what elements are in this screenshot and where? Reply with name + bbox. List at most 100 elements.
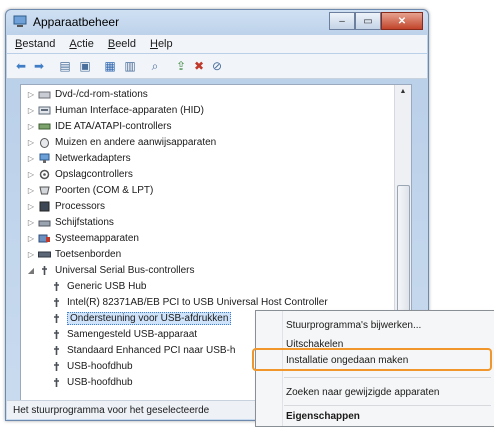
menu-item-uninstall[interactable]: Installatie ongedaan maken bbox=[286, 355, 408, 366]
expand-icon[interactable]: ▷ bbox=[27, 218, 35, 227]
tree-item-label: Dvd-/cd-rom-stations bbox=[55, 88, 148, 100]
menu-bar: Bestand Actie Beeld Help bbox=[7, 35, 427, 53]
expand-icon[interactable]: ▷ bbox=[27, 234, 35, 243]
tree-item[interactable]: Generic USB Hub bbox=[47, 278, 146, 294]
tree-item[interactable]: ▷ Opslagcontrollers bbox=[27, 166, 133, 182]
tree-item-label: Schijfstations bbox=[55, 216, 114, 228]
network-adapter-icon bbox=[38, 153, 51, 164]
toolbar: ⬅ ➡ ▤ ▣ ▦ ▥ ⌕ ⇪ ✖ ⊘ bbox=[7, 54, 427, 79]
port-icon bbox=[38, 185, 51, 196]
expand-icon[interactable]: ▷ bbox=[27, 122, 35, 131]
tree-item[interactable]: ▷ Schijfstations bbox=[27, 214, 114, 230]
forward-arrow-icon[interactable]: ➡ bbox=[31, 58, 47, 74]
tree-item-label: Toetsenborden bbox=[55, 248, 122, 260]
tree-item[interactable]: ▷ Netwerkadapters bbox=[27, 150, 131, 166]
context-menu: Stuurprogramma's bijwerken... Uitschakel… bbox=[252, 310, 494, 427]
tree-item[interactable]: ▷ Human Interface-apparaten (HID) bbox=[27, 102, 204, 118]
expand-icon[interactable]: ▷ bbox=[27, 202, 35, 211]
tree-item[interactable]: ▷ Toetsenborden bbox=[27, 246, 121, 262]
tree-item-label: Systeemapparaten bbox=[55, 232, 139, 244]
tree-item[interactable]: ◢ Universal Serial Bus-controllers bbox=[27, 262, 195, 278]
dvd-drive-icon bbox=[38, 89, 51, 100]
menu-item-scan-hardware[interactable]: Zoeken naar gewijzigde apparaten bbox=[286, 387, 439, 398]
tree-item[interactable]: USB-hoofdhub bbox=[47, 374, 133, 390]
usb-icon bbox=[38, 265, 51, 276]
close-icon[interactable]: ✕ bbox=[381, 12, 423, 30]
help-icon[interactable]: ▦ bbox=[102, 58, 118, 74]
menu-beeld[interactable]: Beeld bbox=[108, 38, 136, 50]
usb-icon bbox=[50, 345, 63, 356]
disk-drive-icon bbox=[38, 217, 51, 228]
tree-item-label: USB-hoofdhub bbox=[67, 376, 133, 388]
menu-separator bbox=[284, 405, 491, 406]
storage-controller-icon bbox=[38, 169, 51, 180]
usb-icon bbox=[50, 281, 63, 292]
minimize-icon[interactable]: – bbox=[329, 12, 355, 30]
system-device-icon bbox=[38, 233, 51, 244]
tree-item-label: Standaard Enhanced PCI naar USB-h bbox=[67, 344, 236, 356]
usb-icon bbox=[50, 377, 63, 388]
expand-icon[interactable]: ▷ bbox=[27, 106, 35, 115]
tree-item[interactable]: ▷ Muizen en andere aanwijsapparaten bbox=[27, 134, 216, 150]
keyboard-icon bbox=[38, 249, 51, 260]
tree-item[interactable]: Samengesteld USB-apparaat bbox=[47, 326, 197, 342]
title-bar[interactable]: Apparaatbeheer – ▭ ✕ bbox=[6, 10, 428, 34]
expand-icon[interactable]: ▷ bbox=[27, 186, 35, 195]
tree-item-label: Human Interface-apparaten (HID) bbox=[55, 104, 204, 116]
usb-icon bbox=[50, 313, 63, 324]
tree-item-selected[interactable]: Ondersteuning voor USB-afdrukken bbox=[47, 310, 232, 326]
details-icon[interactable]: ▣ bbox=[77, 58, 93, 74]
tree-item-label: Muizen en andere aanwijsapparaten bbox=[55, 136, 217, 148]
usb-icon bbox=[50, 361, 63, 372]
tree-item[interactable]: ▷ IDE ATA/ATAPI-controllers bbox=[27, 118, 172, 134]
menu-actie[interactable]: Actie bbox=[69, 38, 93, 50]
view-icon[interactable]: ▥ bbox=[122, 58, 138, 74]
tree-item-label: Ondersteuning voor USB-afdrukken bbox=[67, 311, 232, 325]
ide-controller-icon bbox=[38, 121, 51, 132]
tree-item[interactable]: ▷ Processors bbox=[27, 198, 105, 214]
status-text: Het stuurprogramma voor het geselecteerd… bbox=[13, 404, 210, 416]
tree-item-label: Samengesteld USB-apparaat bbox=[67, 328, 198, 340]
update-driver-icon[interactable]: ⇪ bbox=[173, 58, 189, 74]
tree-item[interactable]: ▷ Systeemapparaten bbox=[27, 230, 139, 246]
tree-item[interactable]: Standaard Enhanced PCI naar USB-h bbox=[47, 342, 235, 358]
tree-item-label: Netwerkadapters bbox=[55, 152, 131, 164]
menu-separator bbox=[284, 377, 491, 378]
hid-icon bbox=[38, 105, 51, 116]
uninstall-icon[interactable]: ✖ bbox=[191, 58, 207, 74]
disable-icon[interactable]: ⊘ bbox=[209, 58, 225, 74]
tree-item[interactable]: ▷ Poorten (COM & LPT) bbox=[27, 182, 153, 198]
usb-icon bbox=[50, 329, 63, 340]
mouse-icon bbox=[38, 137, 51, 148]
tree-item-label: Universal Serial Bus-controllers bbox=[55, 264, 195, 276]
properties-icon[interactable]: ▤ bbox=[57, 58, 73, 74]
scan-hardware-icon[interactable]: ⌕ bbox=[147, 58, 163, 74]
menu-item-properties[interactable]: Eigenschappen bbox=[286, 411, 360, 422]
device-manager-icon bbox=[13, 15, 27, 27]
tree-item-label: Intel(R) 82371AB/EB PCI to USB Universal… bbox=[67, 296, 328, 308]
processor-icon bbox=[38, 201, 51, 212]
collapse-icon[interactable]: ◢ bbox=[27, 266, 35, 275]
usb-icon bbox=[50, 297, 63, 308]
menu-item-update-driver[interactable]: Stuurprogramma's bijwerken... bbox=[286, 320, 421, 331]
tree-item[interactable]: Intel(R) 82371AB/EB PCI to USB Universal… bbox=[47, 294, 328, 310]
menu-help[interactable]: Help bbox=[150, 38, 173, 50]
menu-bestand[interactable]: Bestand bbox=[15, 38, 55, 50]
scroll-up-icon[interactable]: ▲ bbox=[395, 85, 411, 99]
tree-item-label: Poorten (COM & LPT) bbox=[55, 184, 154, 196]
expand-icon[interactable]: ▷ bbox=[27, 90, 35, 99]
tree-item-label: IDE ATA/ATAPI-controllers bbox=[55, 120, 172, 132]
tree-item-label: Opslagcontrollers bbox=[55, 168, 133, 180]
tree-item-label: Generic USB Hub bbox=[67, 280, 147, 292]
tree-item-label: USB-hoofdhub bbox=[67, 360, 133, 372]
tree-item-label: Processors bbox=[55, 200, 106, 212]
expand-icon[interactable]: ▷ bbox=[27, 154, 35, 163]
window-title: Apparaatbeheer bbox=[33, 15, 120, 29]
tree-item[interactable]: ▷ Dvd-/cd-rom-stations bbox=[27, 86, 148, 102]
expand-icon[interactable]: ▷ bbox=[27, 250, 35, 259]
maximize-icon[interactable]: ▭ bbox=[355, 12, 381, 30]
expand-icon[interactable]: ▷ bbox=[27, 138, 35, 147]
back-arrow-icon[interactable]: ⬅ bbox=[13, 58, 29, 74]
expand-icon[interactable]: ▷ bbox=[27, 170, 35, 179]
tree-item[interactable]: USB-hoofdhub bbox=[47, 358, 133, 374]
